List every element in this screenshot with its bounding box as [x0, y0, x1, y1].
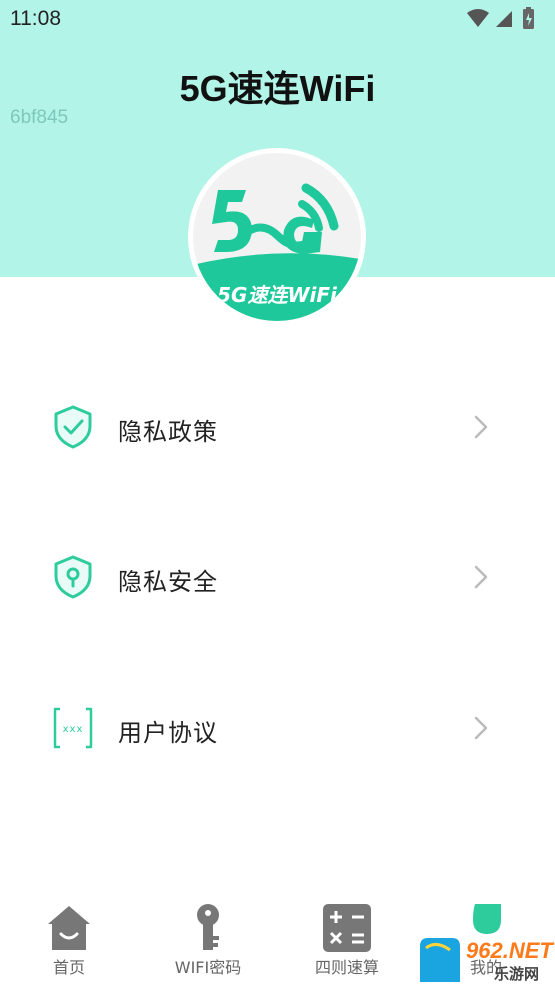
shield-keyhole-icon: [54, 555, 92, 599]
code-text: 6bf845: [10, 107, 69, 128]
app-logo: 5G速连WiFi: [188, 148, 366, 326]
watermark-site: 乐游网: [494, 965, 539, 983]
chevron-right-icon: [474, 565, 488, 589]
chevron-right-icon: [474, 716, 488, 740]
tab-wifi-password[interactable]: WIFI密码: [148, 892, 268, 986]
menu-item-privacy-security[interactable]: 隐私安全: [0, 532, 555, 622]
app-title: 5G速连WiFi: [179, 68, 376, 109]
wifi-signal-icon: [467, 9, 489, 27]
cell-signal-icon: [496, 11, 512, 27]
watermark-brand: 962.NET: [466, 938, 554, 963]
home-icon: [48, 906, 90, 950]
svg-text:xxx: xxx: [63, 724, 84, 735]
chevron-right-icon: [474, 415, 488, 439]
tab-label: 四则速算: [314, 958, 379, 977]
calculator-icon: [323, 904, 371, 952]
site-watermark: 962.NET 乐游网: [420, 938, 554, 983]
status-time: 11:08: [10, 7, 61, 30]
menu-item-privacy-policy[interactable]: 隐私政策: [0, 382, 555, 472]
tab-label: WIFI密码: [174, 958, 242, 977]
tab-home[interactable]: 首页: [9, 892, 129, 986]
document-xxx-icon: xxx: [53, 707, 93, 749]
status-icons: [467, 7, 534, 29]
tab-calculator[interactable]: 四则速算: [287, 892, 407, 986]
battery-icon: [523, 7, 534, 29]
tab-label: 首页: [52, 958, 85, 977]
menu-item-label: 隐私安全: [118, 568, 218, 596]
status-bar: 11:08: [0, 0, 555, 40]
logo-text: 5G速连WiFi: [217, 283, 338, 307]
menu-item-label: 隐私政策: [118, 418, 218, 446]
menu-item-user-agreement[interactable]: xxx 用户协议: [0, 683, 555, 773]
shield-check-icon: [54, 405, 92, 449]
key-icon: [197, 904, 219, 950]
menu-item-label: 用户协议: [118, 719, 218, 747]
